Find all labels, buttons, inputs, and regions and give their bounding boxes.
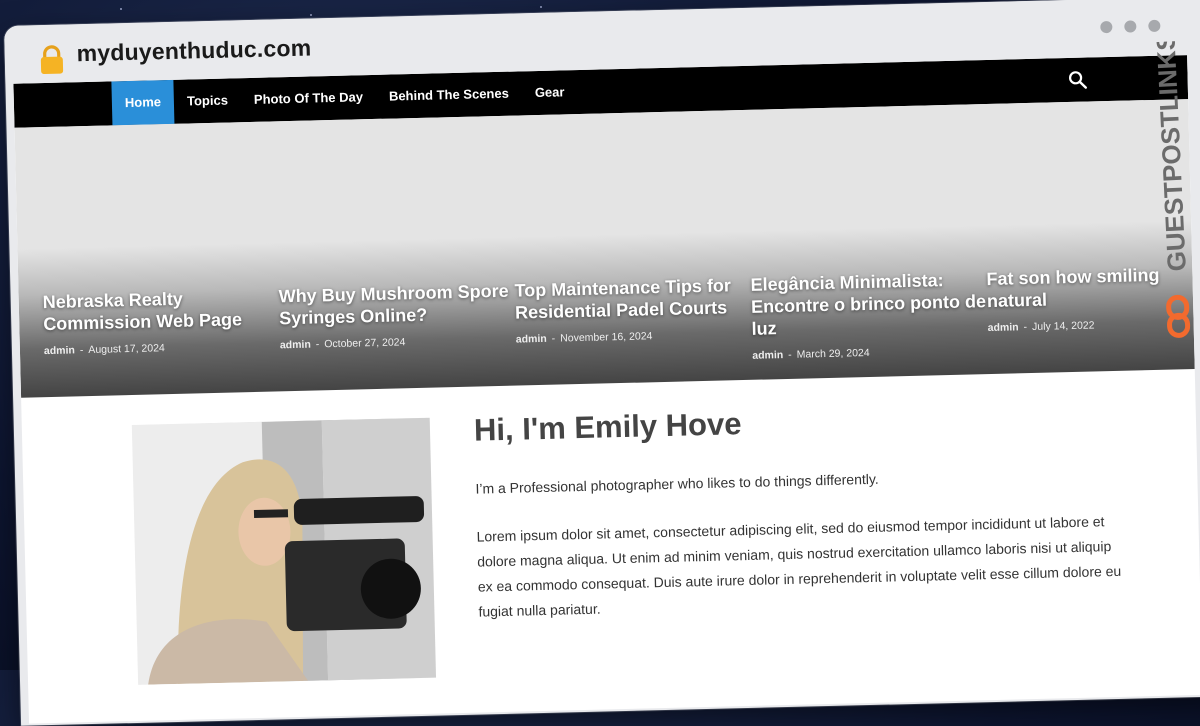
- photographer-illustration: [131, 417, 437, 685]
- meta-separator: -: [315, 338, 320, 351]
- search-icon[interactable]: [1067, 70, 1088, 90]
- nav-item-photo-of-the-day[interactable]: Photo Of The Day: [240, 75, 376, 122]
- meta-separator: -: [788, 348, 792, 361]
- slide-author[interactable]: admin: [752, 349, 783, 362]
- slide-title[interactable]: Top Maintenance Tips for Residential Pad…: [514, 274, 751, 324]
- slide-date: August 17, 2024: [88, 342, 165, 357]
- page-viewport: Home Topics Photo Of The Day Behind The …: [13, 55, 1200, 724]
- nav-item-topics[interactable]: Topics: [173, 78, 241, 124]
- slide-date: October 27, 2024: [324, 336, 406, 351]
- slide-meta: admin - November 16, 2024: [516, 328, 752, 346]
- svg-text:GUESTPOSTLINKS: GUESTPOSTLINKS: [1150, 41, 1192, 273]
- slide-meta: admin - August 17, 2024: [44, 339, 280, 357]
- slide-date: July 14, 2022: [1031, 319, 1095, 333]
- about-photo: [131, 417, 437, 685]
- featured-slider: Nebraska Realty Commission Web Page admi…: [14, 99, 1195, 398]
- browser-window: myduyenthuduc.com Home Topics Photo Of T…: [4, 0, 1200, 726]
- window-dot[interactable]: [1148, 19, 1161, 33]
- window-dot[interactable]: [1124, 20, 1137, 33]
- slide-title[interactable]: Nebraska Realty Commission Web Page: [42, 285, 279, 335]
- nav-item-gear[interactable]: Gear: [521, 70, 578, 115]
- meta-separator: -: [551, 332, 556, 345]
- slide-title[interactable]: Elegância Minimalista: Encontre o brinco…: [750, 268, 988, 340]
- slide-author[interactable]: admin: [988, 321, 1019, 334]
- star: [540, 6, 542, 8]
- slide-list: Nebraska Realty Commission Web Page admi…: [42, 262, 1200, 379]
- window-dot[interactable]: [1100, 20, 1113, 34]
- star: [120, 8, 122, 10]
- nav-item-home[interactable]: Home: [111, 79, 175, 126]
- slide-item[interactable]: Why Buy Mushroom Spore Syringes Online? …: [278, 280, 516, 374]
- lock-icon: [40, 45, 64, 75]
- slide-meta: admin - March 29, 2024: [752, 344, 988, 362]
- about-body: Lorem ipsum dolor sit amet, consectetur …: [476, 513, 1122, 620]
- slide-title[interactable]: Why Buy Mushroom Spore Syringes Online?: [278, 280, 515, 330]
- about-intro: I’m a Professional photographer who like…: [475, 470, 879, 497]
- slide-date: March 29, 2024: [796, 346, 870, 361]
- slide-item[interactable]: Nebraska Realty Commission Web Page admi…: [42, 285, 280, 379]
- slide-date: November 16, 2024: [560, 330, 653, 345]
- meta-separator: -: [1023, 321, 1028, 334]
- meta-separator: -: [79, 344, 84, 357]
- window-controls: [1100, 19, 1161, 34]
- address-domain[interactable]: myduyenthuduc.com: [76, 35, 311, 68]
- slide-meta: admin - October 27, 2024: [280, 334, 516, 352]
- about-heading: Hi, I'm Emily Hove: [473, 406, 742, 448]
- slide-author[interactable]: admin: [280, 339, 311, 352]
- star: [310, 14, 312, 16]
- slide-item[interactable]: Top Maintenance Tips for Residential Pad…: [514, 274, 752, 368]
- slide-item[interactable]: Elegância Minimalista: Encontre o brinco…: [750, 268, 988, 362]
- slide-author[interactable]: admin: [44, 344, 75, 357]
- slide-author[interactable]: admin: [516, 333, 547, 346]
- nav-item-behind-the-scenes[interactable]: Behind The Scenes: [375, 71, 522, 119]
